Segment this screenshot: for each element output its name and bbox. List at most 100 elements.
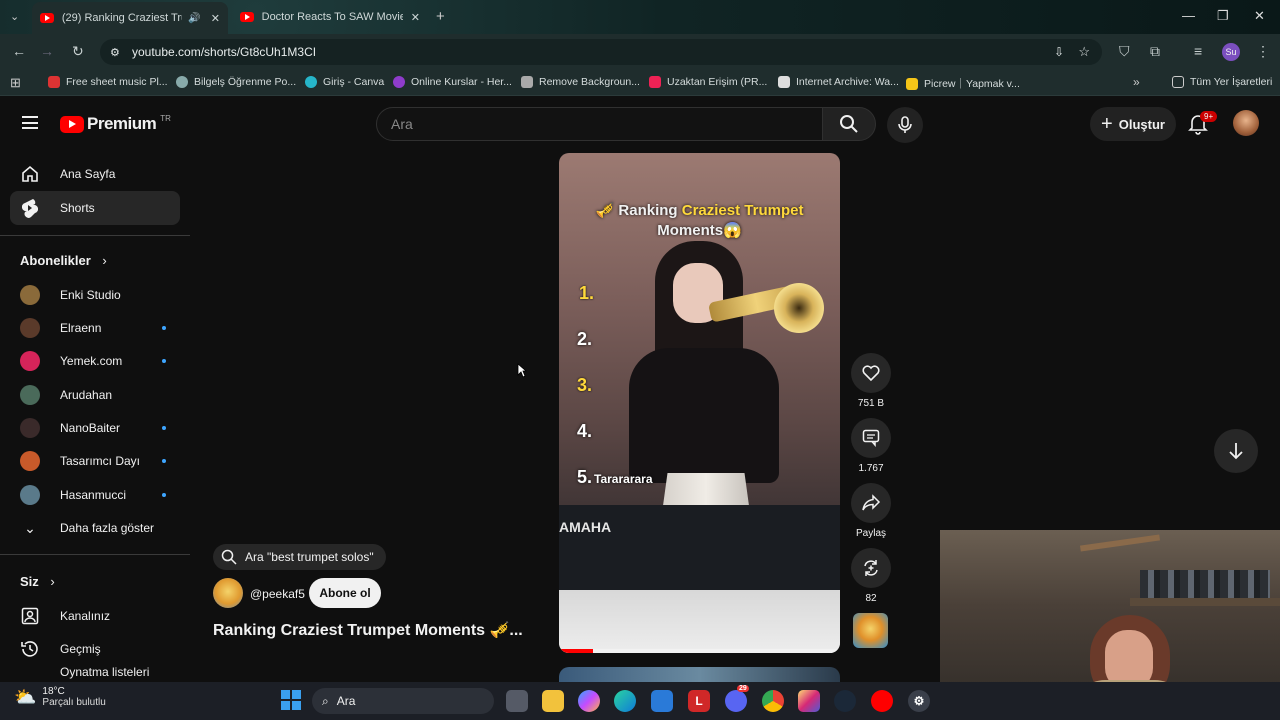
sidebar-item-channel[interactable]: Enki Studio <box>10 278 180 312</box>
bookmark-label: Bilgelş Öğrenme Po... <box>194 76 297 88</box>
bookmark-item[interactable]: Giriş - Canva <box>305 76 384 88</box>
file-explorer-icon[interactable] <box>542 690 564 712</box>
bookmarks-overflow-icon[interactable]: » <box>1133 75 1140 89</box>
instagram-icon[interactable] <box>798 690 820 712</box>
restore-icon[interactable]: ❐ <box>1217 8 1229 24</box>
bookmark-label: Remove Backgroun... <box>539 76 640 88</box>
keyboard-brand: AMAHA <box>559 519 612 535</box>
voice-search-button[interactable] <box>887 107 923 143</box>
bookmark-star-icon[interactable]: ☆ <box>1078 44 1090 60</box>
tab-close-icon[interactable]: ✕ <box>211 12 220 25</box>
media-control-icon[interactable]: ≡ <box>1194 43 1202 59</box>
create-button[interactable]: + Oluştur <box>1090 107 1176 141</box>
start-button[interactable] <box>281 690 301 710</box>
extensions-icon[interactable]: ⧉ <box>1150 43 1160 60</box>
search-input[interactable]: Ara <box>376 107 823 141</box>
sidebar-item-shorts[interactable]: Shorts <box>10 191 180 225</box>
taskbar-search-label: Ara <box>336 694 356 708</box>
next-short-button[interactable] <box>1214 429 1258 473</box>
sidebar-item-channel[interactable]: Yemek.com <box>10 344 180 378</box>
bookmark-item[interactable]: Picrew｜Yapmak v... <box>906 76 1020 91</box>
sidebar-item-label: Daha fazla göster <box>60 521 155 535</box>
windows-taskbar <box>0 682 1280 720</box>
bookmark-item[interactable]: Free sheet music Pl... <box>48 76 168 88</box>
channel-avatar[interactable] <box>213 578 243 608</box>
search-icon <box>221 549 237 565</box>
chrome-icon[interactable] <box>762 690 784 712</box>
reload-icon[interactable]: ↻ <box>72 43 84 60</box>
share-button[interactable] <box>851 483 891 523</box>
youtube-favicon-icon <box>240 12 254 22</box>
subscriptions-heading[interactable]: Abonelikler › <box>20 253 107 268</box>
short-title[interactable]: Ranking Craziest Trumpet Moments 🎺... <box>213 620 523 640</box>
app-l-icon[interactable]: L <box>688 690 710 712</box>
back-icon[interactable]: ← <box>12 43 26 59</box>
rank-3: 3. <box>577 375 593 395</box>
youtube-music-icon[interactable] <box>871 690 893 712</box>
tab-close-icon[interactable]: ✕ <box>411 11 420 24</box>
sidebar-item-history[interactable]: Geçmiş <box>10 632 180 666</box>
next-short-preview[interactable] <box>559 667 840 682</box>
search-button[interactable] <box>822 107 876 141</box>
install-icon[interactable]: ⇩ <box>1054 45 1064 59</box>
sidebar-item-home[interactable]: Ana Sayfa <box>10 157 180 191</box>
weather-widget[interactable]: ⛅ 18°C Parçalı bulutlu <box>14 686 106 708</box>
new-tab-icon[interactable]: + <box>436 8 445 25</box>
channel-handle[interactable]: @peekaf5 <box>250 587 305 601</box>
sidebar-item-channel[interactable]: Elraenn <box>10 311 180 345</box>
like-button[interactable] <box>851 353 891 393</box>
speaker-icon[interactable]: 🔊 <box>188 13 200 24</box>
steam-icon[interactable] <box>834 690 856 712</box>
close-window-icon[interactable]: ✕ <box>1254 8 1265 24</box>
notifications-button[interactable]: 9+ <box>1188 111 1218 140</box>
menu-kebab-icon[interactable]: ⋮ <box>1256 43 1270 60</box>
shield-extension-icon[interactable]: ⛉ <box>1119 43 1130 60</box>
sidebar-item-channel[interactable]: Arudahan <box>10 378 180 412</box>
hamburger-menu-icon[interactable] <box>22 116 38 129</box>
bookmark-item[interactable]: Uzaktan Erişim (PR... <box>649 76 767 88</box>
account-avatar[interactable] <box>1233 110 1259 136</box>
edge-icon[interactable] <box>614 690 636 712</box>
comment-button[interactable] <box>851 418 891 458</box>
bookmark-item[interactable]: Bilgelş Öğrenme Po... <box>176 76 296 88</box>
taskbar-search[interactable]: ⌕ Ara <box>312 688 494 714</box>
bookmark-item[interactable]: Remove Backgroun... <box>521 76 640 88</box>
performer-jacket <box>629 348 779 483</box>
apps-grid-icon[interactable]: ⊞ <box>10 75 21 91</box>
create-label: Oluştur <box>1118 116 1165 132</box>
youtube-logo[interactable]: Premium TR <box>60 114 171 134</box>
minimize-icon[interactable]: — <box>1182 8 1195 23</box>
bookmark-item[interactable]: Online Kurslar - Her... <box>393 76 512 88</box>
subscribe-button[interactable]: Abone ol <box>309 578 381 608</box>
store-icon[interactable] <box>651 690 673 712</box>
profile-avatar[interactable]: Su <box>1222 43 1240 61</box>
sidebar-item-your-channel[interactable]: Kanalınız <box>10 599 180 633</box>
all-bookmarks-folder[interactable]: Tüm Yer İşaretleri <box>1172 76 1272 88</box>
tab-2[interactable]: Doctor Reacts To SAW Movie ✕ <box>232 4 428 30</box>
progress-track[interactable] <box>559 649 840 653</box>
new-content-dot <box>162 493 166 497</box>
copilot-icon[interactable] <box>578 690 600 712</box>
short-video-player[interactable]: 🎺 Ranking Craziest Trumpet Moments😱 AMAH… <box>559 153 840 653</box>
sidebar-item-channel[interactable]: NanoBaiter <box>10 411 180 445</box>
sidebar-item-channel[interactable]: Tasarımcı Dayı <box>10 444 180 478</box>
settings-icon[interactable]: ⚙ <box>908 690 930 712</box>
tab-search-button[interactable]: ⌄ <box>10 10 19 23</box>
tab-title: (29) Ranking Craziest Trump <box>61 12 183 24</box>
show-more-button[interactable]: ⌄ Daha fazla göster <box>10 511 180 545</box>
sidebar-item-channel[interactable]: Hasanmucci <box>10 478 180 512</box>
address-bar[interactable]: ⚙ youtube.com/shorts/Gt8cUh1M3CI ⇩ ☆ <box>100 39 1102 65</box>
you-heading[interactable]: Siz › <box>20 574 55 589</box>
task-view-icon[interactable] <box>506 690 528 712</box>
bookmark-label: Uzaktan Erişim (PR... <box>667 76 768 88</box>
forward-icon[interactable]: → <box>40 43 54 59</box>
search-suggestion-chip[interactable]: Ara "best trumpet solos" <box>213 544 386 570</box>
remix-button[interactable] <box>851 548 891 588</box>
bookmark-favicon-icon <box>521 76 533 88</box>
discord-icon[interactable]: 29 <box>725 685 749 712</box>
bookmark-item[interactable]: Internet Archive: Wa... <box>778 76 899 88</box>
site-info-icon[interactable]: ⚙ <box>110 46 120 59</box>
sidebar-item-playlists[interactable]: Oynatma listeleri <box>10 665 180 682</box>
sound-thumbnail[interactable] <box>853 613 888 648</box>
tab-active[interactable]: (29) Ranking Craziest Trump 🔊 ✕ <box>32 2 228 34</box>
